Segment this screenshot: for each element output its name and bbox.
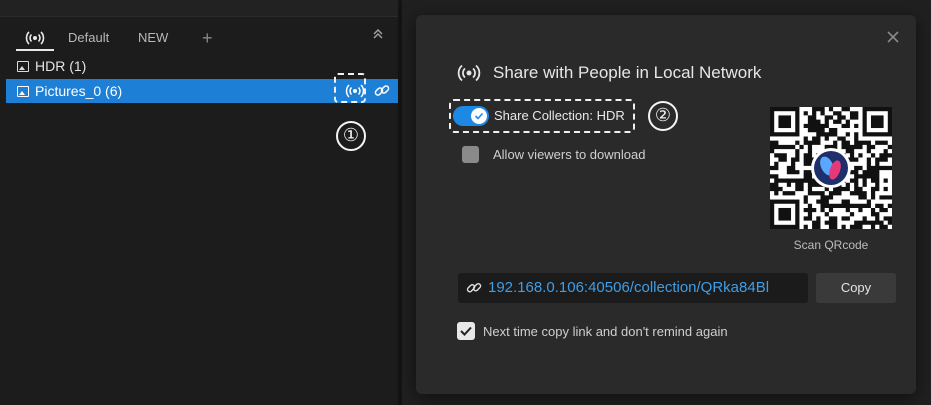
chevron-double-up-icon[interactable] [373,28,383,42]
copy-button[interactable]: Copy [816,273,896,303]
share-url-field[interactable]: 192.168.0.106:40506/collection/QRka84Bl [458,273,808,303]
tab-broadcast[interactable] [25,26,45,50]
image-icon [17,86,29,97]
remember-checkbox[interactable] [457,322,475,340]
broadcast-icon [25,31,45,45]
link-icon[interactable] [373,81,391,101]
close-icon[interactable] [885,29,901,45]
link-icon [466,280,482,296]
panel-top-strip [0,0,402,17]
broadcast-icon [456,61,482,85]
collection-item-label: Pictures_0 (6) [35,83,123,99]
dialog-title: Share with People in Local Network [493,63,762,82]
tab-new[interactable]: NEW [138,26,168,50]
step2-marker: ② [648,101,678,131]
qr-caption: Scan QRcode [793,238,869,252]
qr-code [770,107,892,229]
panel-divider[interactable] [398,0,402,405]
collection-item-label: HDR (1) [35,58,87,74]
step1-marker: ① [336,121,366,151]
share-url-text: 192.168.0.106:40506/collection/QRka84Bl [488,279,770,296]
share-dialog: Share with People in Local Network Share… [416,15,916,394]
step2-highlight [449,99,635,133]
collection-tabs: Default NEW + [0,26,398,52]
active-tab-underline [16,49,54,51]
allow-download-checkbox[interactable] [462,146,479,163]
tab-default[interactable]: Default [68,26,109,50]
step1-highlight [334,73,366,103]
plus-icon[interactable]: + [202,26,213,50]
collections-panel: Default NEW + HDR (1) Pictures_0 (6) ① [0,0,402,405]
remember-label: Next time copy link and don't remind aga… [483,324,728,339]
image-icon [17,61,29,72]
allow-download-label: Allow viewers to download [493,147,646,162]
check-icon [460,326,472,336]
